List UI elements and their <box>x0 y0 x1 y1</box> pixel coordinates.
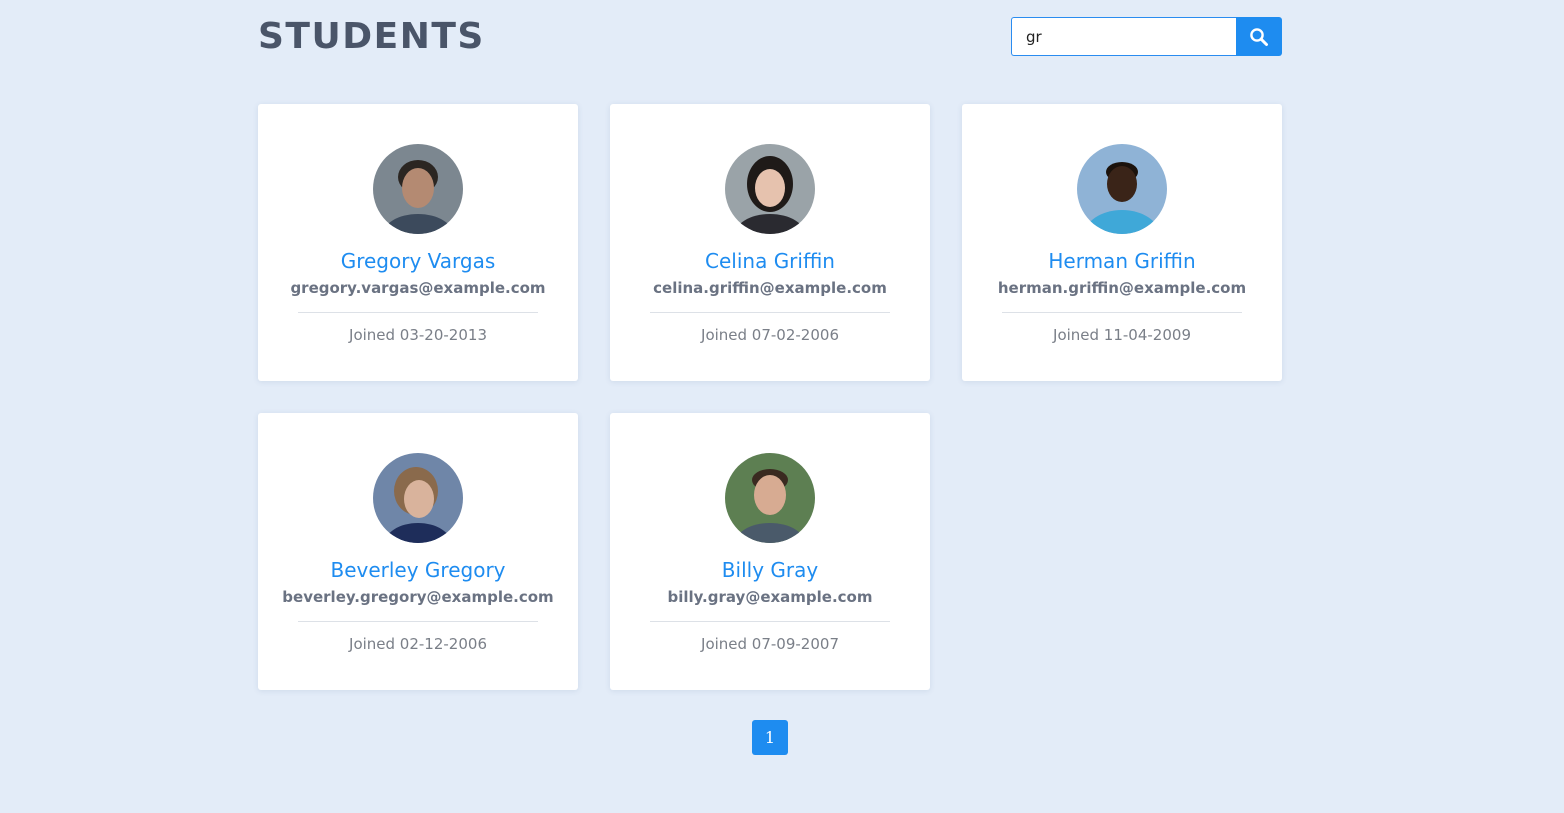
joined-date: Joined 03-20-2013 <box>349 326 487 344</box>
avatar-face <box>1107 166 1137 202</box>
student-email: beverley.gregory@example.com <box>282 588 554 606</box>
student-name[interactable]: Gregory Vargas <box>258 247 578 275</box>
avatar <box>373 453 463 543</box>
student-grid: Gregory Vargas gregory.vargas@example.co… <box>258 104 1282 690</box>
divider <box>650 312 890 313</box>
joined-date: Joined 07-09-2007 <box>701 635 839 653</box>
student-email: herman.griffin@example.com <box>997 279 1247 297</box>
joined-date: Joined 11-04-2009 <box>1053 326 1191 344</box>
search-button[interactable] <box>1236 17 1282 56</box>
pagination: 1 <box>258 720 1282 755</box>
divider <box>298 312 538 313</box>
student-card[interactable]: Beverley Gregory beverley.gregory@exampl… <box>258 413 578 690</box>
search-icon <box>1250 27 1268 46</box>
avatar-face <box>404 480 434 518</box>
avatar-face <box>754 475 786 515</box>
search-input[interactable] <box>1011 17 1236 56</box>
divider <box>650 621 890 622</box>
joined-date: Joined 02-12-2006 <box>349 635 487 653</box>
student-card[interactable]: Gregory Vargas gregory.vargas@example.co… <box>258 104 578 381</box>
page: STUDENTS Gregory Vargas gregory.vargas@e… <box>258 0 1282 755</box>
page-title: STUDENTS <box>258 16 485 57</box>
joined-date: Joined 07-02-2006 <box>701 326 839 344</box>
avatar <box>373 144 463 234</box>
page-button-1[interactable]: 1 <box>752 720 788 755</box>
avatar <box>725 453 815 543</box>
page-header: STUDENTS <box>258 0 1282 104</box>
student-email: celina.griffin@example.com <box>653 279 887 297</box>
search-bar <box>1011 17 1282 56</box>
avatar <box>725 144 815 234</box>
student-card[interactable]: Celina Griffin celina.griffin@example.co… <box>610 104 930 381</box>
avatar-face <box>755 169 785 207</box>
student-name[interactable]: Beverley Gregory <box>258 556 578 584</box>
avatar-face <box>402 168 434 208</box>
student-name[interactable]: Billy Gray <box>610 556 930 584</box>
student-card[interactable]: Billy Gray billy.gray@example.com Joined… <box>610 413 930 690</box>
student-name[interactable]: Herman Griffin <box>962 247 1282 275</box>
student-name[interactable]: Celina Griffin <box>610 247 930 275</box>
avatar <box>1077 144 1167 234</box>
divider <box>298 621 538 622</box>
student-card[interactable]: Herman Griffin herman.griffin@example.co… <box>962 104 1282 381</box>
student-email: billy.gray@example.com <box>667 588 873 606</box>
student-email: gregory.vargas@example.com <box>290 279 546 297</box>
divider <box>1002 312 1242 313</box>
